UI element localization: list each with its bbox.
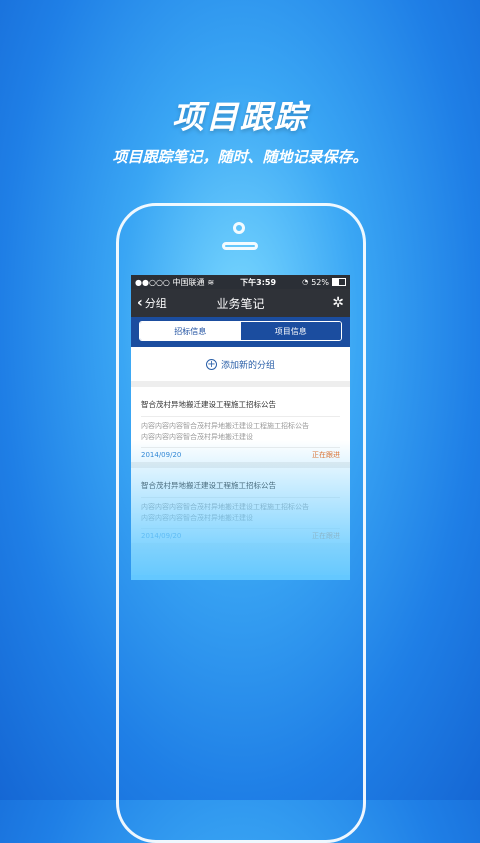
note-content-line: 内容内容内容智合茂村异地搬迁建设 <box>141 433 253 441</box>
note-content-line: 内容内容内容智合茂村异地搬迁建设工程施工招标公告 <box>141 422 309 430</box>
carrier-label: ●●○○○ 中国联通 <box>135 277 205 287</box>
note-status: 正在跟进 <box>312 532 340 540</box>
add-group-label: 添加新的分组 <box>220 360 275 371</box>
note-card[interactable]: 智合茂村异地搬迁建设工程施工招标公告 内容内容内容智合茂村异地搬迁建设工程施工招… <box>131 468 350 543</box>
tab-project-info[interactable]: 项目信息 <box>240 322 341 340</box>
phone-camera <box>233 222 245 234</box>
note-date: 2014/09/20 <box>141 451 182 459</box>
status-time: 下午3:59 <box>240 277 277 287</box>
battery-percent: 52% <box>311 277 329 287</box>
back-button[interactable]: ‹ 分组 <box>137 295 167 311</box>
promo-subtitle: 项目跟踪笔记，随时、随地记录保存。 <box>112 148 368 166</box>
phone-speaker <box>222 242 258 250</box>
tab-bar: 招标信息 项目信息 <box>131 317 350 347</box>
wifi-icon: ≋ <box>207 277 215 287</box>
back-label: 分组 <box>144 297 167 310</box>
chevron-left-icon: ‹ <box>137 295 143 311</box>
tab-bidding-info[interactable]: 招标信息 <box>140 322 241 340</box>
note-status: 正在跟进 <box>312 451 340 459</box>
nav-bar: ‹ 分组 业务笔记 ✲ <box>131 289 350 317</box>
note-title: 智合茂村异地搬迁建设工程施工招标公告 <box>141 468 340 498</box>
note-title: 智合茂村异地搬迁建设工程施工招标公告 <box>141 387 340 417</box>
plus-circle-icon: + <box>205 358 217 370</box>
gear-icon[interactable]: ✲ <box>332 295 344 311</box>
promo-title: 项目跟踪 <box>171 98 308 136</box>
battery-icon <box>331 278 346 286</box>
status-bar: ●●○○○ 中国联通 ≋ 下午3:59 ◔ 52% <box>131 275 350 289</box>
add-group-button[interactable]: + 添加新的分组 <box>131 347 350 381</box>
note-content-line: 内容内容内容智合茂村异地搬迁建设工程施工招标公告 <box>141 503 309 511</box>
rotation-lock-icon: ◔ <box>302 278 309 286</box>
note-date: 2014/09/20 <box>141 532 182 540</box>
note-card[interactable]: 智合茂村异地搬迁建设工程施工招标公告 内容内容内容智合茂村异地搬迁建设工程施工招… <box>131 387 350 462</box>
note-content-line: 内容内容内容智合茂村异地搬迁建设 <box>141 514 253 522</box>
phone-screen: ●●○○○ 中国联通 ≋ 下午3:59 ◔ 52% ‹ 分组 业务笔记 ✲ 招标… <box>131 275 350 575</box>
